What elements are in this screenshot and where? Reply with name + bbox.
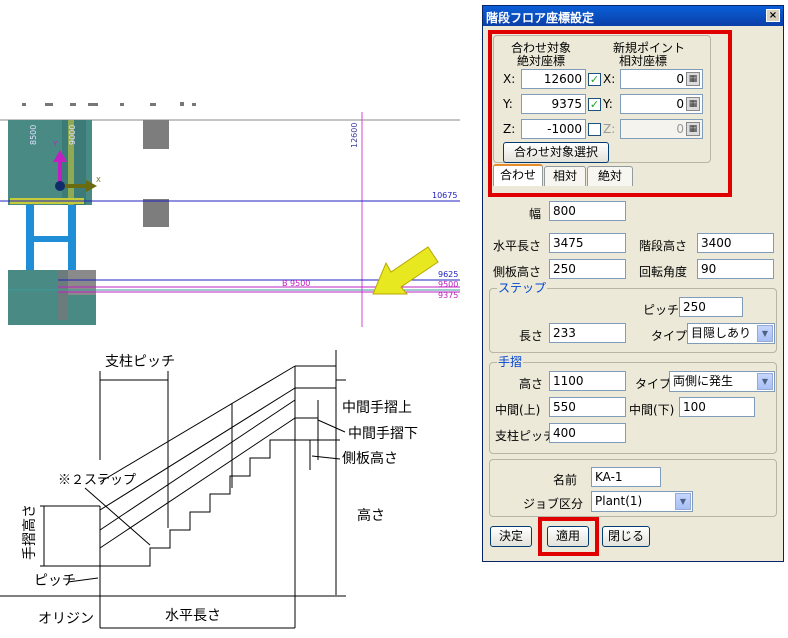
ok-button[interactable]: 決定	[490, 526, 532, 547]
dim-12600: 12600	[350, 123, 359, 148]
z-rel-label: Z:	[603, 122, 616, 136]
name-label: 名前	[553, 473, 578, 487]
stair-height-field[interactable]: 3400	[697, 233, 774, 253]
y-relative-field[interactable]: 0 ▦	[620, 94, 703, 114]
label-origin: オリジン	[38, 611, 94, 627]
rotation-label: 回転角度	[639, 265, 688, 279]
label-10675: 10675	[432, 191, 457, 200]
step-type-label: タイプ	[651, 329, 688, 343]
rail-height-label: 高さ	[519, 377, 544, 391]
horiz-label: 水平長さ	[493, 239, 542, 253]
z-checkbox[interactable]	[588, 123, 601, 136]
pick-icon[interactable]: ▦	[686, 97, 700, 111]
pick-icon[interactable]: ▦	[686, 72, 700, 86]
gray-block	[143, 120, 169, 149]
tab-match[interactable]: 合わせ	[493, 164, 543, 186]
header-new-2: 相対座標	[619, 54, 668, 68]
label-mid-lower: 中間手摺下	[348, 426, 418, 442]
chevron-down-icon[interactable]: ▼	[757, 373, 773, 390]
step-length-field[interactable]: 233	[549, 323, 626, 343]
apply-button[interactable]: 適用	[547, 526, 589, 547]
label-side-height: 側板高さ	[342, 450, 398, 467]
z-relative-field: 0 ▦	[620, 119, 703, 139]
step-pitch-label: ピッチ	[643, 303, 680, 317]
label-height: 高さ	[357, 507, 385, 524]
job-label: ジョブ区分	[523, 497, 584, 511]
rotation-field[interactable]: 90	[697, 259, 774, 279]
header-target-2: 絶対座標	[517, 54, 566, 68]
stair-height-label: 階段高さ	[639, 239, 688, 253]
label-post-pitch: 支柱ピッチ	[105, 354, 175, 370]
rail-type-select[interactable]: 両側に発生 ▼	[669, 371, 775, 392]
stair-diagram: 支柱ピッチ 中間手摺上 中間手摺下 側板高さ ※２ステップ 手摺高さ 高さ ピッ…	[0, 350, 418, 629]
horiz-field[interactable]: 3475	[549, 233, 626, 253]
side-height-label: 側板高さ	[493, 265, 542, 279]
rail-type-value: 両側に発生	[673, 374, 734, 388]
axis-x-label: X	[96, 176, 101, 184]
width-label: 幅	[529, 207, 542, 221]
axis-y-label: Y	[52, 140, 58, 148]
pick-icon: ▦	[686, 122, 700, 136]
dialog-titlebar[interactable]: 階段フロア座標設定 ×	[483, 6, 783, 26]
dim-8500: 8500	[29, 125, 38, 145]
post-pitch-field[interactable]: 400	[549, 423, 626, 443]
mid-upper-field[interactable]: 550	[549, 397, 626, 417]
step-pitch-field[interactable]: 250	[679, 297, 743, 317]
x-rel-value: 0	[676, 72, 684, 86]
chevron-down-icon[interactable]: ▼	[675, 493, 691, 510]
mid-upper-label: 中間(上)	[495, 403, 541, 417]
name-field[interactable]: KA-1	[591, 467, 661, 487]
job-value: Plant(1)	[595, 494, 643, 508]
dialog-title: 階段フロア座標設定	[486, 11, 595, 25]
select-target-button[interactable]: 合わせ対象選択	[503, 142, 609, 163]
mid-lower-label: 中間(下)	[629, 403, 675, 417]
x-checkbox[interactable]: ✓	[588, 73, 601, 86]
x-rel-label: X:	[603, 72, 616, 86]
step-length-label: 長さ	[519, 329, 544, 343]
rail-height-field[interactable]: 1100	[549, 371, 626, 391]
cad-viewport[interactable]: 12600 8500 9000 10675 X Y 9625 9500 9375…	[0, 0, 470, 340]
side-height-field[interactable]: 250	[549, 259, 626, 279]
label-mid-upper: 中間手摺上	[342, 400, 412, 416]
y-checkbox[interactable]: ✓	[588, 98, 601, 111]
cad-faint-text	[22, 102, 196, 106]
step-type-select[interactable]: 目隠しあり ▼	[687, 323, 775, 344]
z-absolute-field[interactable]: -1000	[521, 119, 586, 139]
step-type-value: 目隠しあり	[691, 326, 752, 340]
tab-absolute[interactable]: 絶対	[587, 166, 633, 186]
z-label: Z:	[503, 122, 516, 136]
close-button[interactable]: 閉じる	[602, 526, 650, 547]
z-rel-value: 0	[676, 122, 684, 136]
label-9375: 9375	[438, 291, 458, 300]
label-9500: 9500	[438, 280, 458, 289]
label-two-step: ※２ステップ	[58, 473, 136, 488]
y-absolute-field[interactable]: 9375	[521, 94, 586, 114]
close-icon[interactable]: ×	[766, 9, 780, 22]
rail-type-label: タイプ	[635, 377, 672, 391]
handrail-title: 手摺	[497, 353, 524, 370]
mid-lower-field[interactable]: 100	[679, 397, 755, 417]
width-field[interactable]: 800	[549, 201, 626, 221]
chevron-down-icon[interactable]: ▼	[757, 325, 773, 342]
label-horizontal-length: 水平長さ	[165, 608, 221, 624]
y-label: Y:	[503, 97, 513, 111]
x-label: X:	[503, 72, 516, 86]
job-select[interactable]: Plant(1) ▼	[591, 491, 693, 512]
y-rel-label: Y:	[603, 97, 613, 111]
dim-9000: 9000	[68, 125, 77, 145]
stair-settings-dialog: 階段フロア座標設定 × 合わせ対象 絶対座標 新規ポイント 相対座標 X: 12…	[482, 5, 784, 562]
post-pitch-label: 支柱ピッチ	[495, 429, 556, 443]
x-absolute-field[interactable]: 12600	[521, 69, 586, 89]
label-rail-height: 手摺高さ	[21, 504, 38, 560]
y-rel-value: 0	[676, 97, 684, 111]
step-title: ステップ	[497, 279, 548, 296]
x-relative-field[interactable]: 0 ▦	[620, 69, 703, 89]
label-pitch: ピッチ	[34, 573, 76, 589]
tab-relative[interactable]: 相対	[544, 166, 586, 186]
label-9625: 9625	[438, 270, 458, 279]
label-b9500: B 9500	[282, 279, 310, 288]
gray-block	[143, 199, 169, 227]
